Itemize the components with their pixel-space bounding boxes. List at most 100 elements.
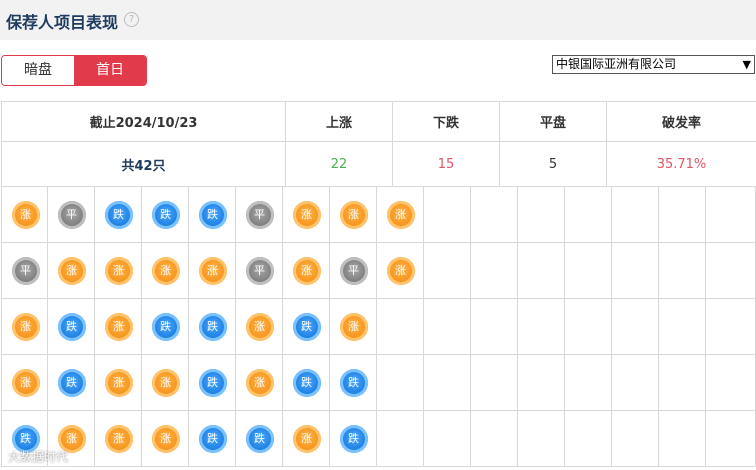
down-badge-icon[interactable]: 跌 xyxy=(198,313,227,341)
up-badge-icon[interactable]: 涨 xyxy=(339,313,368,341)
grid-cell xyxy=(377,299,424,355)
down-badge-icon[interactable]: 跌 xyxy=(292,369,321,397)
grid-cell xyxy=(565,299,612,355)
grid-cell: 涨 xyxy=(330,187,377,243)
down-badge-icon[interactable]: 跌 xyxy=(292,313,321,341)
up-badge-icon[interactable]: 涨 xyxy=(104,425,133,453)
grid-cell: 跌 xyxy=(283,355,330,411)
flat-badge-icon[interactable]: 平 xyxy=(245,201,274,229)
sponsor-select[interactable]: 中银国际亚洲有限公司 ▼ xyxy=(552,55,755,74)
watermark: 大数据时代 xyxy=(8,450,69,464)
header-as-of-date: 截止2024/10/23 xyxy=(1,101,286,142)
grid-cell: 涨 xyxy=(95,355,142,411)
grid-cell: 跌 xyxy=(142,187,189,243)
grid-cell: 涨 xyxy=(236,355,283,411)
up-badge-icon[interactable]: 涨 xyxy=(11,201,40,229)
up-badge-icon[interactable]: 涨 xyxy=(198,257,227,285)
up-badge-icon[interactable]: 涨 xyxy=(292,257,321,285)
up-badge-icon[interactable]: 涨 xyxy=(292,425,321,453)
grid-cell: 跌 xyxy=(330,355,377,411)
down-badge-icon[interactable]: 跌 xyxy=(57,369,86,397)
grid-cell xyxy=(471,411,518,467)
flat-badge-icon[interactable]: 平 xyxy=(11,257,40,285)
down-badge-icon[interactable]: 跌 xyxy=(57,313,86,341)
down-badge-icon[interactable]: 跌 xyxy=(198,201,227,229)
grid-cell xyxy=(424,299,471,355)
grid-cell: 跌 xyxy=(283,299,330,355)
grid-cell: 平 xyxy=(330,243,377,299)
help-icon[interactable]: ? xyxy=(124,12,139,27)
grid-cell: 涨 xyxy=(1,299,48,355)
tab-first-day[interactable]: 首日 xyxy=(74,56,146,85)
grid-cell: 涨 xyxy=(189,243,236,299)
up-badge-icon[interactable]: 涨 xyxy=(151,425,180,453)
grid-cell: 涨 xyxy=(48,243,95,299)
grid-cell: 涨 xyxy=(283,411,330,467)
grid-cell xyxy=(471,299,518,355)
down-badge-icon[interactable]: 跌 xyxy=(151,201,180,229)
grid-cell xyxy=(471,187,518,243)
grid-cell xyxy=(565,187,612,243)
down-badge-icon[interactable]: 跌 xyxy=(151,313,180,341)
grid-cell xyxy=(659,299,706,355)
grid-cell: 平 xyxy=(236,243,283,299)
grid-cell: 跌 xyxy=(330,411,377,467)
flat-badge-icon[interactable]: 平 xyxy=(339,257,368,285)
chevron-down-icon: ▼ xyxy=(742,58,751,71)
summary-header-row: 截止2024/10/23 上涨 下跌 平盘 破发率 xyxy=(1,101,756,142)
up-badge-icon[interactable]: 涨 xyxy=(11,313,40,341)
up-badge-icon[interactable]: 涨 xyxy=(386,257,415,285)
grid-cell xyxy=(518,355,565,411)
tab-dark-market[interactable]: 暗盘 xyxy=(2,56,74,85)
up-badge-icon[interactable]: 涨 xyxy=(245,369,274,397)
down-badge-icon[interactable]: 跌 xyxy=(339,425,368,453)
grid-cell xyxy=(424,355,471,411)
up-badge-icon[interactable]: 涨 xyxy=(386,201,415,229)
grid-cell: 跌 xyxy=(48,355,95,411)
header-break-rate: 破发率 xyxy=(606,101,756,142)
page-title: 保荐人项目表现 xyxy=(6,13,119,32)
grid-cell xyxy=(706,187,756,243)
grid-cell: 跌 xyxy=(189,411,236,467)
down-badge-icon[interactable]: 跌 xyxy=(245,425,274,453)
grid-cell xyxy=(377,411,424,467)
up-badge-icon[interactable]: 涨 xyxy=(11,369,40,397)
ipo-result-grid: 涨平跌跌跌平涨涨涨平涨涨涨涨平涨平涨涨跌涨跌跌涨跌涨涨跌涨涨跌涨跌跌跌涨涨涨跌跌… xyxy=(1,187,756,470)
grid-cell: 涨 xyxy=(142,355,189,411)
grid-cell xyxy=(612,243,659,299)
up-badge-icon[interactable]: 涨 xyxy=(339,201,368,229)
up-badge-icon[interactable]: 涨 xyxy=(245,313,274,341)
mode-tabs: 暗盘 首日 xyxy=(1,55,147,86)
grid-cell: 涨 xyxy=(142,411,189,467)
header-rise: 上涨 xyxy=(285,101,393,142)
flat-badge-icon[interactable]: 平 xyxy=(57,201,86,229)
grid-cell: 涨 xyxy=(1,355,48,411)
grid-cell xyxy=(471,355,518,411)
summary-table: 截止2024/10/23 上涨 下跌 平盘 破发率 共42只 22 15 5 3… xyxy=(1,101,756,187)
down-badge-icon[interactable]: 跌 xyxy=(104,201,133,229)
grid-cell xyxy=(377,355,424,411)
up-badge-icon[interactable]: 涨 xyxy=(104,257,133,285)
up-badge-icon[interactable]: 涨 xyxy=(151,369,180,397)
grid-cell: 涨 xyxy=(95,299,142,355)
down-badge-icon[interactable]: 跌 xyxy=(198,425,227,453)
grid-cell xyxy=(518,299,565,355)
grid-cell xyxy=(424,243,471,299)
grid-cell xyxy=(565,243,612,299)
grid-cell xyxy=(706,355,756,411)
up-badge-icon[interactable]: 涨 xyxy=(104,369,133,397)
down-badge-icon[interactable]: 跌 xyxy=(339,369,368,397)
grid-cell: 跌 xyxy=(236,411,283,467)
down-badge-icon[interactable]: 跌 xyxy=(198,369,227,397)
grid-cell xyxy=(659,355,706,411)
up-badge-icon[interactable]: 涨 xyxy=(151,257,180,285)
total-count: 共42只 xyxy=(1,141,286,187)
grid-cell xyxy=(424,187,471,243)
up-badge-icon[interactable]: 涨 xyxy=(292,201,321,229)
summary-value-row: 共42只 22 15 5 35.71% xyxy=(1,141,756,187)
flat-badge-icon[interactable]: 平 xyxy=(245,257,274,285)
up-badge-icon[interactable]: 涨 xyxy=(57,257,86,285)
grid-cell xyxy=(518,187,565,243)
grid-cell xyxy=(706,299,756,355)
up-badge-icon[interactable]: 涨 xyxy=(104,313,133,341)
